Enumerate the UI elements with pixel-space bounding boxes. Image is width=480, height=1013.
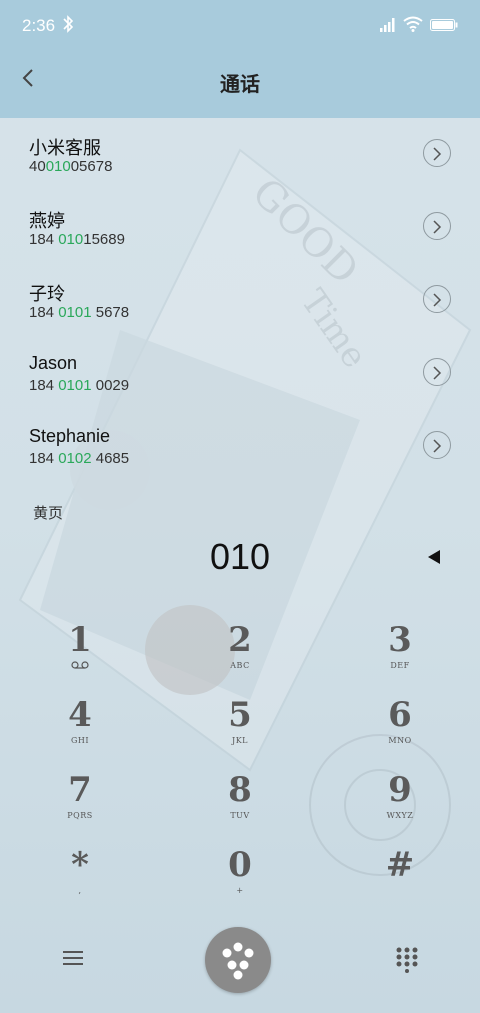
- contact-name: Stephanie: [29, 426, 111, 446]
- key-letters: MNO: [388, 736, 412, 745]
- contact-name: 燕婷: [29, 211, 65, 231]
- contact-number: 184 0102 4685: [29, 450, 130, 467]
- search-results-list: 小米客服 4001005678 燕婷 184 01015689 子玲 184 0…: [0, 118, 480, 483]
- key-digit: 0: [228, 845, 252, 885]
- key-letters: TUV: [230, 811, 250, 820]
- matched-digits: 0102: [58, 450, 92, 467]
- chevron-right-icon: [433, 147, 442, 161]
- key-hash[interactable]: #: [340, 845, 460, 915]
- key-digit: 9: [388, 770, 412, 810]
- chevron-right-icon: [433, 293, 442, 307]
- bottom-bar: [0, 925, 480, 1013]
- contact-name: 小米客服: [29, 138, 101, 158]
- contact-number: 184 01015689: [29, 231, 125, 248]
- contact-detail-button[interactable]: [423, 358, 451, 386]
- backspace-icon[interactable]: [426, 549, 442, 565]
- matched-digits: 010: [58, 231, 84, 248]
- contact-number: 184 0101 5678: [29, 304, 130, 321]
- contact-result[interactable]: 燕婷 184 01015689: [0, 191, 480, 264]
- key-digit: 2: [228, 620, 252, 660]
- signal-icon: [380, 18, 395, 32]
- contact-result[interactable]: Jason 184 0101 0029: [0, 337, 480, 410]
- battery-icon: [430, 19, 458, 31]
- header: 通话: [0, 50, 480, 118]
- contact-detail-button[interactable]: [423, 431, 451, 459]
- status-time: 2:36: [22, 16, 56, 35]
- key-letters: [340, 886, 460, 896]
- key-letters: PQRS: [67, 811, 93, 820]
- contact-detail-button[interactable]: [423, 212, 451, 240]
- contact-detail-button[interactable]: [423, 285, 451, 313]
- matched-digits: 0101: [58, 304, 92, 321]
- key-digit: 5: [228, 695, 252, 735]
- contact-name: 子玲: [29, 284, 65, 304]
- key-digit: 7: [68, 770, 92, 810]
- menu-icon[interactable]: [63, 949, 83, 967]
- key-digit: *: [71, 845, 89, 885]
- key-9[interactable]: 9 WXYZ: [340, 770, 460, 840]
- key-digit: 6: [388, 695, 412, 735]
- key-0[interactable]: 0 +: [180, 845, 300, 915]
- bluetooth-icon: [63, 15, 74, 33]
- key-letters: DEF: [390, 661, 410, 670]
- contact-result[interactable]: Stephanie 184 0102 4685: [0, 410, 480, 483]
- wifi-icon: [403, 16, 423, 32]
- voicemail-icon: [20, 661, 140, 671]
- contact-number: 4001005678: [29, 158, 113, 175]
- matched-digits: 010: [45, 158, 71, 175]
- key-digit: 4: [68, 695, 92, 735]
- page-title: 通话: [220, 72, 260, 96]
- chevron-right-icon: [433, 366, 442, 380]
- key-digit: 1: [68, 620, 92, 660]
- contact-detail-button[interactable]: [423, 139, 451, 167]
- key-1[interactable]: 1: [20, 620, 140, 690]
- key-digit: #: [385, 845, 415, 885]
- key-7[interactable]: 7 PQRS: [20, 770, 140, 840]
- key-8[interactable]: 8 TUV: [180, 770, 300, 840]
- contact-result[interactable]: 小米客服 4001005678: [0, 118, 480, 191]
- contact-name: Jason: [29, 353, 78, 373]
- chevron-right-icon: [433, 439, 442, 453]
- key-letters: ABC: [230, 661, 250, 670]
- call-button[interactable]: [205, 927, 271, 993]
- key-digit: 3: [388, 620, 412, 660]
- key-3[interactable]: 3 DEF: [340, 620, 460, 690]
- key-letters: JKL: [232, 736, 248, 745]
- key-5[interactable]: 5 JKL: [180, 695, 300, 765]
- contact-number: 184 0101 0029: [29, 377, 130, 394]
- contact-result[interactable]: 子玲 184 0101 5678: [0, 264, 480, 337]
- key-4[interactable]: 4 GHI: [20, 695, 140, 765]
- key-letters: +: [236, 886, 244, 895]
- dial-input-display: 010: [209, 536, 271, 577]
- key-digit: 8: [228, 770, 252, 810]
- key-6[interactable]: 6 MNO: [340, 695, 460, 765]
- dialpad-icon[interactable]: [396, 947, 418, 973]
- matched-digits: 0101: [58, 377, 92, 394]
- key-letters: GHI: [70, 736, 90, 745]
- call-icon: [222, 942, 254, 980]
- key-letters: WXYZ: [386, 811, 414, 820]
- chevron-right-icon: [433, 220, 442, 234]
- key-star[interactable]: * ,: [20, 845, 140, 915]
- key-letters: ,: [78, 886, 82, 895]
- yellow-pages-label[interactable]: 黄页: [33, 502, 63, 523]
- key-2[interactable]: 2 ABC: [180, 620, 300, 690]
- status-bar: 2:36: [0, 0, 480, 50]
